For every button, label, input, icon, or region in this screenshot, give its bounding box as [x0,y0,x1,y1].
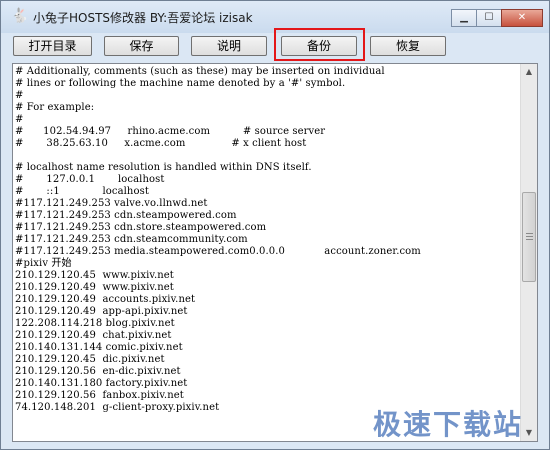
maximize-button[interactable]: ☐ [476,9,502,27]
hosts-line: #pixiv 开始 [15,258,72,269]
hosts-line: #117.121.249.253 media.steampowered.com0… [15,246,421,257]
hosts-line: #117.121.249.253 cdn.steampowered.com [15,210,237,221]
hosts-line: # For example: [15,102,95,113]
hosts-line: # 127.0.0.1 localhost [15,174,165,185]
hosts-line: 122.208.114.218 blog.pixiv.net [15,318,175,329]
save-button[interactable]: 保存 [104,36,179,56]
hosts-line: 210.140.131.144 comic.pixiv.net [15,342,183,353]
hosts-line: 210.129.120.45 www.pixiv.net [15,270,174,281]
scrollbar-thumb[interactable] [522,192,536,282]
hosts-line: # [15,90,24,101]
app-window: 🐇 小兔子HOSTS修改器 BY:吾爱论坛 izisak ▁ ☐ ✕ 打开目录 … [0,0,550,450]
hosts-line: 210.129.120.49 accounts.pixiv.net [15,294,196,305]
toolbar: 打开目录 保存 说明 备份 恢复 [13,36,513,58]
hosts-line: #117.121.249.253 cdn.steamcommunity.com [15,234,248,245]
scroll-down-arrow-icon[interactable]: ▼ [521,425,537,441]
hosts-line: # localhost name resolution is handled w… [15,162,312,173]
hosts-line: 210.140.131.180 factory.pixiv.net [15,378,188,389]
help-button[interactable]: 说明 [191,36,267,56]
hosts-line: # Additionally, comments (such as these)… [15,66,385,77]
hosts-line: 210.129.120.45 dic.pixiv.net [15,354,165,365]
hosts-line: 210.129.120.49 app-api.pixiv.net [15,306,188,317]
hosts-line: #117.121.249.253 cdn.store.steampowered.… [15,222,267,233]
close-button[interactable]: ✕ [501,9,543,27]
hosts-line: 210.129.120.49 chat.pixiv.net [15,330,172,341]
hosts-line: # lines or following the machine name de… [15,78,346,89]
hosts-line: # [15,114,24,125]
grip-line [526,233,533,234]
hosts-editor[interactable]: # Additionally, comments (such as these)… [12,63,538,442]
hosts-line [15,150,521,162]
hosts-line: 210.129.120.56 en-dic.pixiv.net [15,366,181,377]
open-directory-button[interactable]: 打开目录 [13,36,92,56]
grip-line [526,239,533,240]
hosts-line: # 38.25.63.10 x.acme.com # x client host [15,138,307,149]
caption-buttons: ▁ ☐ ✕ [451,9,543,27]
hosts-line: 210.129.120.49 www.pixiv.net [15,282,174,293]
backup-highlight-box [274,28,365,61]
vertical-scrollbar[interactable]: ▲ ▼ [520,64,537,441]
hosts-line: 210.129.120.56 fanbox.pixiv.net [15,390,184,401]
hosts-line: # ::1 localhost [15,186,149,197]
restore-button[interactable]: 恢复 [370,36,446,56]
minimize-button[interactable]: ▁ [451,9,477,27]
window-title: 小兔子HOSTS修改器 BY:吾爱论坛 izisak [33,11,253,25]
hosts-line: # 102.54.94.97 rhino.acme.com # source s… [15,126,326,137]
scroll-up-arrow-icon[interactable]: ▲ [521,64,537,80]
rabbit-app-icon: 🐇 [11,8,29,24]
watermark-logo: 极速下载站 [373,408,524,441]
hosts-line: #117.121.249.253 valve.vo.llnwd.net [15,198,208,209]
grip-line [526,236,533,237]
hosts-text-area[interactable]: # Additionally, comments (such as these)… [13,64,521,441]
